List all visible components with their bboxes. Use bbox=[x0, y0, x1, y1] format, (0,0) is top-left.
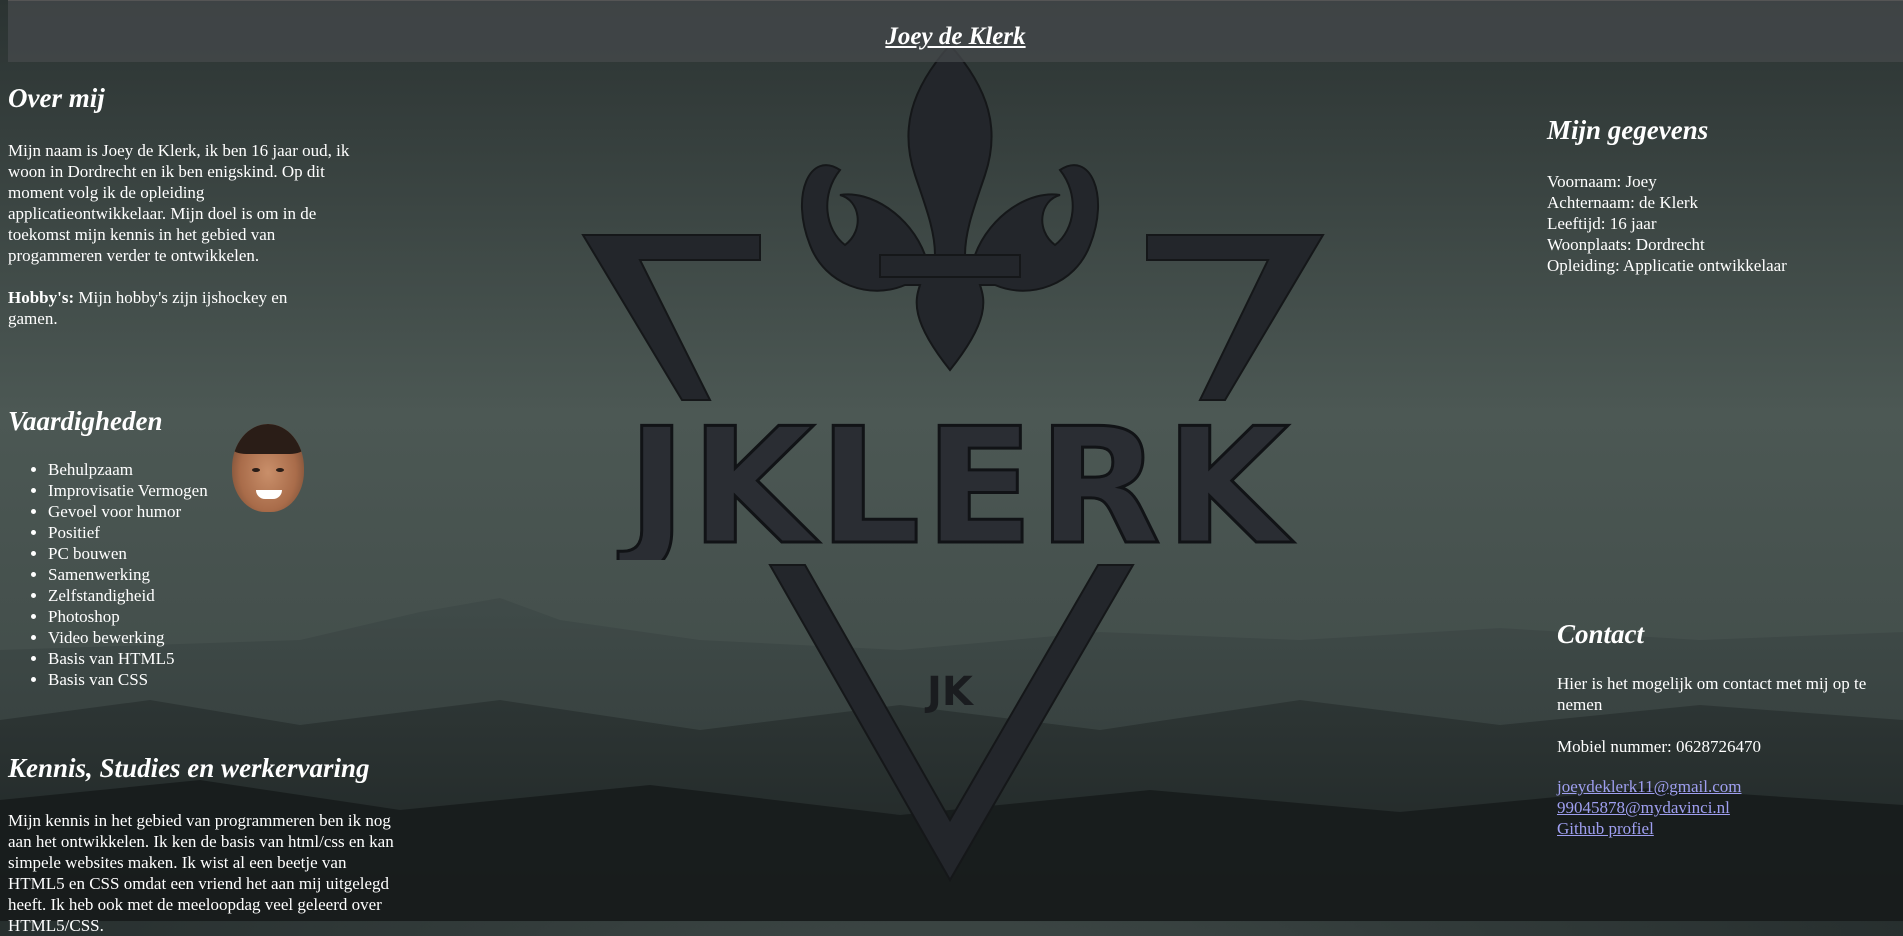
jk-mark: JK bbox=[924, 669, 975, 715]
detail-line: Leeftijd: 16 jaar bbox=[1547, 214, 1657, 233]
email-link-gmail[interactable]: joeydeklerk11@gmail.com bbox=[1557, 776, 1897, 797]
about-section: Over mij Mijn naam is Joey de Klerk, ik … bbox=[8, 83, 353, 329]
detail-line: Voornaam: Joey bbox=[1547, 172, 1657, 191]
contact-heading: Contact bbox=[1557, 619, 1645, 649]
about-heading: Over mij bbox=[8, 83, 105, 113]
skill-item: Samenwerking bbox=[48, 564, 308, 585]
hobbies-text: Hobby's: Mijn hobby's zijn ijshockey en … bbox=[8, 287, 323, 329]
contact-section: Contact Hier is het mogelijk om contact … bbox=[1557, 619, 1897, 839]
detail-line: Woonplaats: Dordrecht bbox=[1547, 235, 1705, 254]
skill-item: Photoshop bbox=[48, 606, 308, 627]
skill-item: Basis van CSS bbox=[48, 669, 308, 690]
page-header: Joey de Klerk bbox=[8, 0, 1903, 62]
skill-item: Zelfstandigheid bbox=[48, 585, 308, 606]
contact-intro: Hier is het mogelijk om contact met mij … bbox=[1557, 674, 1867, 714]
page-title: Joey de Klerk bbox=[885, 23, 1026, 50]
hobbies-label: Hobby's: bbox=[8, 288, 75, 307]
knowledge-text: Mijn kennis in het gebied van programmer… bbox=[8, 811, 394, 935]
details-section: Mijn gegevens Voornaam: Joey Achternaam:… bbox=[1547, 115, 1877, 276]
knowledge-heading: Kennis, Studies en werkervaring bbox=[8, 753, 370, 783]
detail-line: Opleiding: Applicatie ontwikkelaar bbox=[1547, 256, 1787, 275]
jk-mark-text: JK bbox=[924, 669, 975, 715]
detail-line: Achternaam: de Klerk bbox=[1547, 193, 1699, 212]
skill-item: PC bouwen bbox=[48, 543, 308, 564]
email-link-school[interactable]: 99045878@mydavinci.nl bbox=[1557, 797, 1897, 818]
phone-number: Mobiel nummer: 0628726470 bbox=[1557, 737, 1761, 756]
about-text: Mijn naam is Joey de Klerk, ik ben 16 ja… bbox=[8, 141, 350, 265]
details-heading: Mijn gegevens bbox=[1547, 115, 1709, 145]
skill-item: Positief bbox=[48, 522, 308, 543]
github-link[interactable]: Github profiel bbox=[1557, 818, 1897, 839]
jklerk-logo: JKLERK bbox=[617, 410, 1294, 560]
skill-item: Video bewerking bbox=[48, 627, 308, 648]
profile-photo bbox=[232, 424, 304, 512]
skill-item: Basis van HTML5 bbox=[48, 648, 308, 669]
jklerk-logo-text: JKLERK bbox=[618, 410, 1294, 560]
knowledge-section: Kennis, Studies en werkervaring Mijn ken… bbox=[8, 753, 403, 936]
